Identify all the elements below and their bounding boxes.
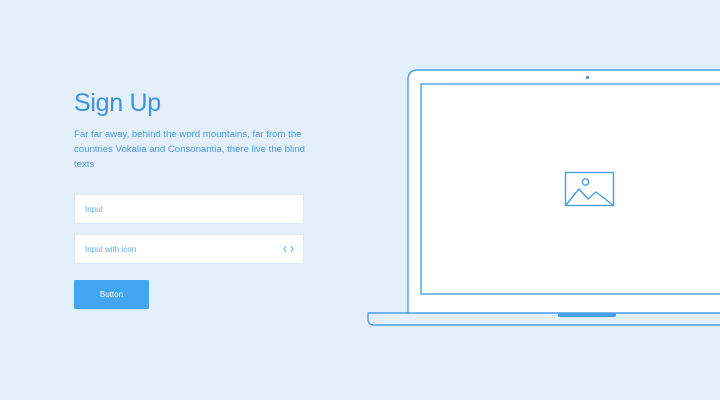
laptop-base — [367, 312, 720, 326]
laptop-screen — [420, 83, 720, 295]
text-input-field[interactable] — [74, 194, 304, 224]
text-input[interactable] — [75, 195, 303, 223]
laptop-illustration — [367, 69, 720, 326]
laptop-notch — [558, 313, 616, 317]
page-description: Far far away, behind the word mountains,… — [74, 129, 305, 171]
code-icon[interactable] — [283, 245, 294, 253]
primary-button[interactable]: Button — [74, 280, 149, 309]
page-title: Sign Up — [74, 89, 161, 117]
signup-page: Sign Up Far far away, behind the word mo… — [0, 0, 720, 400]
laptop-camera — [585, 75, 590, 80]
icon-text-input[interactable] — [75, 235, 303, 263]
icon-input-field[interactable] — [74, 234, 304, 264]
